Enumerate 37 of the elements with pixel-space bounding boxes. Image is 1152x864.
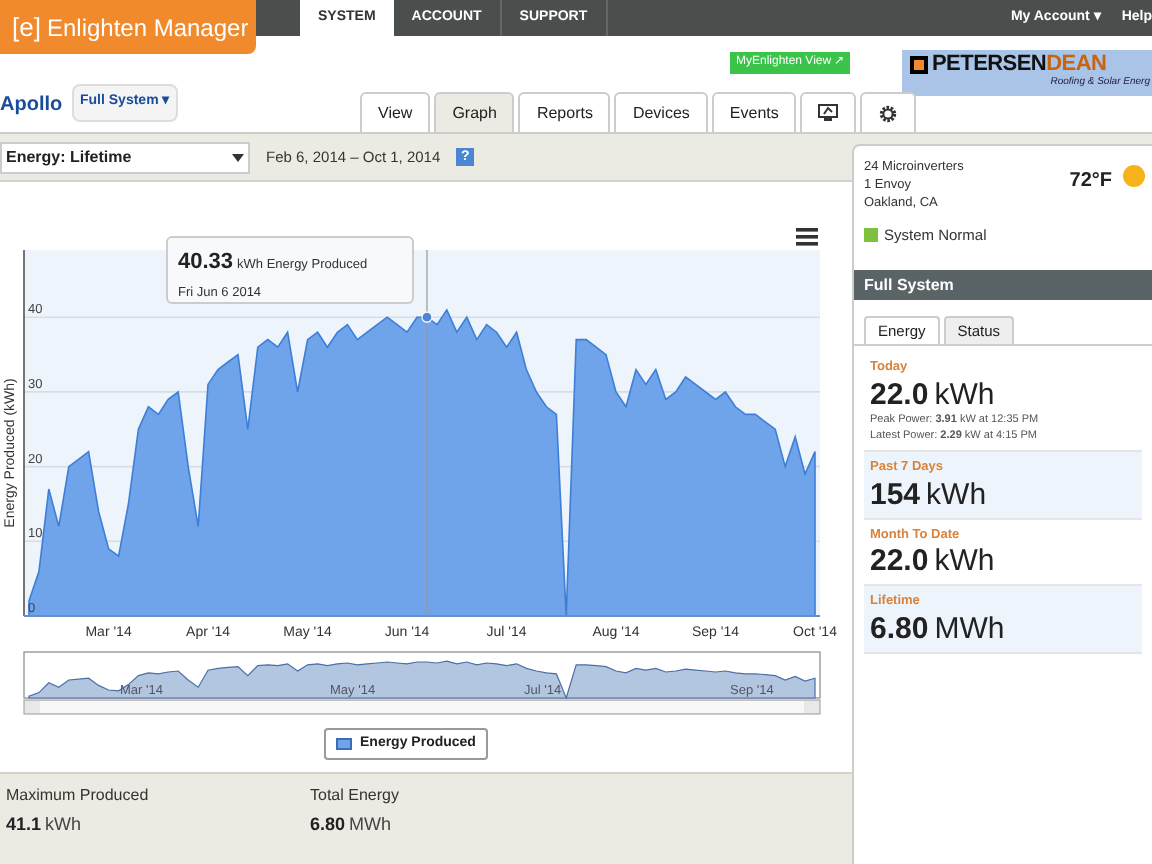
stat-unit: MWh bbox=[349, 812, 392, 838]
logo-mark: [e] bbox=[12, 9, 41, 46]
stat-label: Total Energy bbox=[310, 784, 401, 808]
temperature: 72°F bbox=[1069, 168, 1112, 196]
menu-icon bbox=[796, 228, 818, 246]
sun-icon bbox=[1122, 164, 1146, 188]
logo-text: DEAN bbox=[1046, 54, 1107, 76]
square-icon bbox=[910, 56, 928, 74]
energy-unit: MWh bbox=[934, 612, 1005, 646]
tab[interactable]: Reports bbox=[518, 92, 611, 132]
stat-label: Maximum Produced bbox=[6, 784, 151, 808]
system-name: Apollo bbox=[0, 92, 63, 120]
logo-text: Enlighten Manager bbox=[46, 11, 249, 45]
energy-unit: kWh bbox=[926, 477, 987, 511]
stat-value: 6.80 bbox=[310, 812, 346, 838]
panel-title: Full System bbox=[854, 270, 1152, 300]
tooltip-value: 40.33 bbox=[178, 248, 234, 278]
tab[interactable]: View bbox=[360, 92, 431, 132]
settings-tab[interactable] bbox=[860, 92, 917, 132]
metric-dropdown[interactable]: Energy: Lifetime bbox=[0, 141, 250, 173]
tab[interactable]: Graph bbox=[434, 92, 515, 132]
data-point bbox=[421, 311, 433, 323]
caret-icon bbox=[232, 153, 244, 161]
logo-text: PETERSEN bbox=[932, 54, 1047, 76]
stat-value: 41.1 bbox=[6, 812, 42, 838]
energy-value: 22.0 bbox=[870, 544, 929, 579]
settings-icon bbox=[878, 103, 899, 123]
tab[interactable]: Events bbox=[711, 92, 797, 132]
energy-value: 6.80 bbox=[870, 612, 929, 646]
monitor-tab[interactable] bbox=[800, 92, 857, 132]
energy-unit: kWh bbox=[934, 544, 995, 579]
energy-value: 22.0 bbox=[870, 377, 929, 412]
energy-unit: kWh bbox=[934, 377, 995, 412]
tab[interactable]: Devices bbox=[614, 92, 708, 132]
energy-value: 154 bbox=[870, 477, 921, 511]
monitor-icon bbox=[818, 104, 839, 122]
stat-unit: kWh bbox=[45, 812, 82, 838]
